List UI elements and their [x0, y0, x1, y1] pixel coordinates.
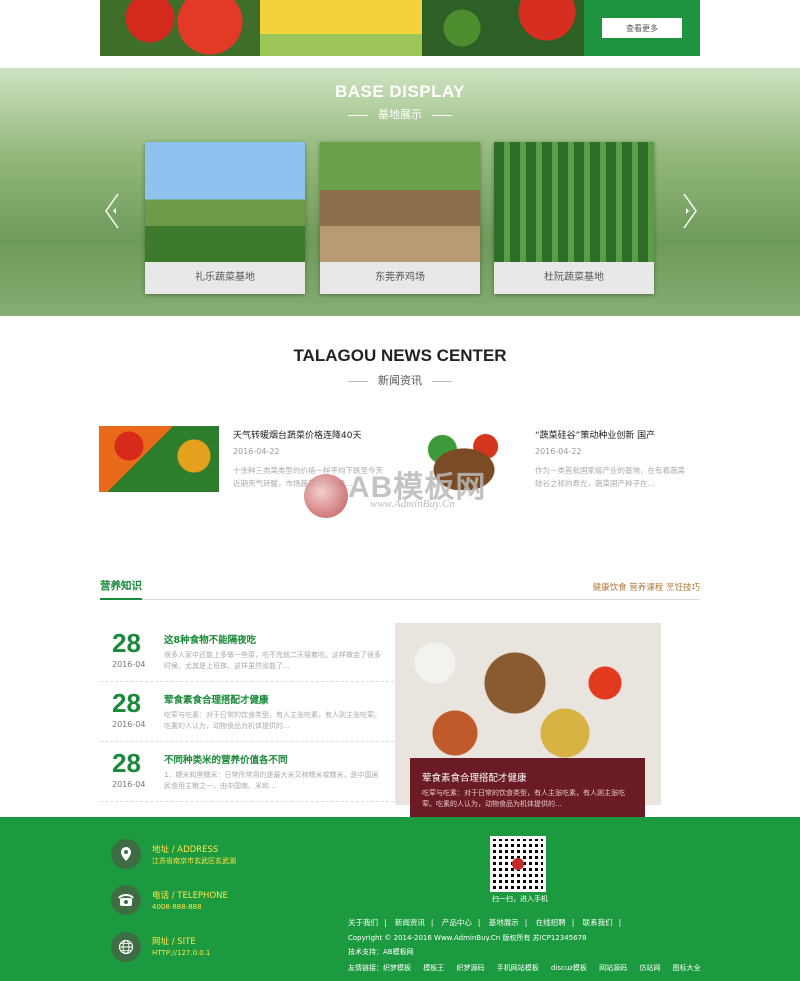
base-card-image — [494, 142, 654, 262]
footer-nav-separator: | — [430, 918, 434, 927]
footer-nav-products[interactable]: 产品中心 — [442, 918, 472, 927]
news-center-title: TALAGOU NEWS CENTER — [293, 346, 507, 365]
address-label: 地址 / ADDRESS — [152, 845, 219, 855]
more-box: 查看更多 — [584, 0, 700, 56]
copyright: Copyright © 2014-2016 Www.AdminBuy.Cn 版权… — [348, 934, 587, 942]
site-label: 网址 / SITE — [152, 937, 196, 947]
item-title[interactable]: 这8种食物不能隔夜吃 — [164, 632, 256, 646]
top-product-strip: 查看更多 — [100, 0, 700, 56]
footer-nav-about[interactable]: 关于我们 — [348, 918, 378, 927]
friend-link[interactable]: 图标大全 — [673, 964, 701, 972]
watermark: AB模板网 www.AdminBuy.Cn — [300, 458, 520, 526]
news-item-2[interactable]: “蔬菜硅谷”策动种业创新 国产 2016-04-22 作为一类首批国家级产业的基… — [535, 428, 685, 490]
footer: 地址 / ADDRESS 江苏省南京市玄武区玄武湖 电话 / TELEPHONE… — [0, 817, 800, 981]
qr-caption: 扫一扫，进入手机 — [492, 895, 548, 903]
base-card-caption: 东莞养鸡场 — [320, 262, 480, 294]
item-year-month: 2016-04 — [112, 720, 146, 729]
base-card-1[interactable]: 礼乐蔬菜基地 — [145, 142, 305, 294]
footer-nav-separator: | — [524, 918, 528, 927]
site-value[interactable]: HTTP://127.0.0.1 — [152, 949, 210, 957]
news-desc: 作为一类首批国家级产业的基地，在有着蔬菜硅谷之称的寿光，蔬菜国产种子在... — [535, 466, 685, 488]
tomato-image[interactable] — [100, 0, 260, 56]
item-title[interactable]: 不同种类米的营养价值各不同 — [164, 752, 288, 766]
footer-nav-separator: | — [477, 918, 481, 927]
footer-nav: 关于我们 | 新闻资讯 | 产品中心 | 基地展示 | 在线招聘 | 联系我们 | — [348, 917, 627, 928]
item-day: 28 — [112, 628, 141, 658]
base-display-title: BASE DISPLAY — [334, 82, 466, 101]
friend-links: 友情链接：织梦模板 模板王 织梦源码 手机网站模板 discuz模板 网站源码 … — [348, 963, 711, 973]
news-image[interactable] — [99, 426, 219, 492]
nutrition-title: 营养知识 — [100, 578, 142, 600]
footer-nav-bases[interactable]: 基地展示 — [489, 918, 519, 927]
footer-nav-contact[interactable]: 联系我们 — [583, 918, 613, 927]
item-day: 28 — [112, 748, 141, 778]
globe-icon — [111, 932, 141, 962]
nutrition-header: 营养知识 健康饮食 营养课程 烹饪技巧 — [100, 578, 700, 600]
friend-link[interactable]: discuz模板 — [551, 964, 587, 972]
nutrition-feature-caption[interactable]: 荤食素食合理搭配才健康 吃荤与吃素：对于日常的饮食类型，有人主张吃素，有人则主张… — [410, 758, 645, 822]
base-card-2[interactable]: 东莞养鸡场 — [320, 142, 480, 294]
tech-support: 技术支持：AB模板网 — [348, 948, 414, 956]
base-display-subtitle: 基地展示 — [0, 106, 800, 122]
friend-link[interactable]: 手机网站模板 — [497, 964, 539, 972]
feature-desc: 吃荤与吃素：对于日常的饮食类型，有人主张吃素，有人则主张吃荤。吃素的人认为，动物… — [422, 789, 625, 808]
item-desc: 吃荤与吃素：对于日常的饮食类型，有人主张吃素，有人则主张吃荤。吃素的人认为，动物… — [164, 711, 381, 730]
item-desc: 很多人家中还能上多做一些菜，吃不完就二天接着吃，这样做会了很多时候，尤其是上班族… — [164, 651, 381, 670]
friend-link[interactable]: 模板王 — [423, 964, 444, 972]
base-card-image — [145, 142, 305, 262]
item-year-month: 2016-04 — [112, 660, 146, 669]
list-item[interactable]: 28 2016-04 不同种类米的营养价值各不同 1、糯米和黑糯米：日常所常用的… — [100, 742, 394, 802]
base-card-3[interactable]: 杜阮蔬菜基地 — [494, 142, 654, 294]
friend-link[interactable]: 织梦源码 — [456, 964, 484, 972]
phone-label: 电话 / TELEPHONE — [152, 891, 228, 901]
base-display-section: BASE DISPLAY 基地展示 礼乐蔬菜基地 东莞养鸡场 杜阮蔬菜基地 — [0, 68, 800, 316]
news-title[interactable]: “蔬菜硅谷”策动种业创新 国产 — [535, 428, 685, 441]
base-card-caption: 杜阮蔬菜基地 — [494, 262, 654, 294]
item-year-month: 2016-04 — [112, 780, 146, 789]
friend-link[interactable]: 仿站网 — [639, 964, 660, 972]
footer-nav-separator: | — [384, 918, 387, 927]
item-title[interactable]: 荤食素食合理搭配才健康 — [164, 692, 269, 706]
footer-nav-jobs[interactable]: 在线招聘 — [536, 918, 566, 927]
nutrition-links[interactable]: 健康饮食 营养课程 烹饪技巧 — [593, 581, 700, 593]
footer-nav-separator: | — [618, 918, 622, 927]
item-desc: 1、糯米和黑糯米：日常所常用的是最大米又称糯米或糯米，是中国居民食用主粮之一，由… — [164, 771, 379, 790]
news-date: 2016-04-22 — [535, 447, 582, 456]
carousel-next-arrow-icon[interactable] — [682, 192, 698, 230]
news-title[interactable]: 天气转暖烟台蔬菜价格连降40天 — [233, 428, 383, 441]
nutrition-list: 28 2016-04 这8种食物不能隔夜吃 很多人家中还能上多做一些菜，吃不完就… — [100, 622, 394, 802]
news-date: 2016-04-22 — [233, 447, 280, 456]
location-pin-icon — [111, 839, 141, 869]
vegetables-image[interactable] — [422, 0, 584, 56]
base-card-caption: 礼乐蔬菜基地 — [145, 262, 305, 294]
list-item[interactable]: 28 2016-04 这8种食物不能隔夜吃 很多人家中还能上多做一些菜，吃不完就… — [100, 622, 394, 682]
carousel-prev-arrow-icon[interactable] — [104, 192, 120, 230]
base-card-image — [320, 142, 480, 262]
friend-link[interactable]: 友情链接：织梦模板 — [348, 964, 411, 972]
footer-nav-news[interactable]: 新闻资讯 — [395, 918, 425, 927]
corn-image[interactable] — [260, 0, 422, 56]
news-center-subtitle: 新闻资讯 — [0, 372, 800, 388]
view-more-button[interactable]: 查看更多 — [602, 18, 682, 38]
friend-link[interactable]: 网站源码 — [599, 964, 627, 972]
watermark-logo-icon — [304, 474, 348, 518]
footer-nav-separator: | — [571, 918, 575, 927]
qr-code-icon — [490, 836, 546, 892]
phone-value: 4008-888-888 — [152, 903, 202, 911]
item-day: 28 — [112, 688, 141, 718]
feature-title[interactable]: 荤食素食合理搭配才健康 — [422, 770, 527, 784]
address-value: 江苏省南京市玄武区玄武湖 — [152, 857, 236, 865]
watermark-url: www.AdminBuy.Cn — [370, 498, 455, 510]
list-item[interactable]: 28 2016-04 荤食素食合理搭配才健康 吃荤与吃素：对于日常的饮食类型，有… — [100, 682, 394, 742]
telephone-icon — [111, 885, 141, 915]
